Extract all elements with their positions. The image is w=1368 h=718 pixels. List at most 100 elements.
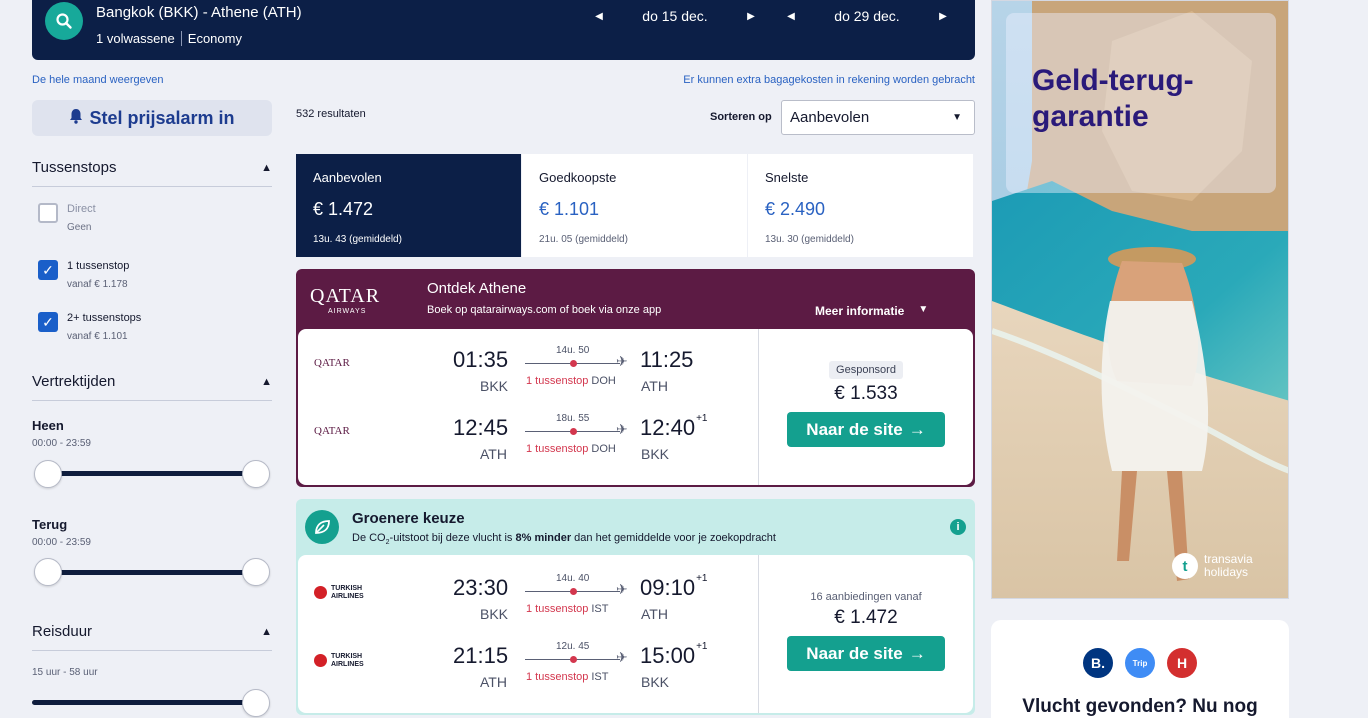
times-title: Vertrektijden bbox=[32, 373, 116, 390]
flight-details[interactable]: QATAR 01:35 BKK 14u. 50 ✈ 1 tussenstop DO… bbox=[298, 329, 973, 485]
times-section-header[interactable]: Vertrektijden ▲ bbox=[32, 373, 272, 401]
filter-direct[interactable]: Direct Geen bbox=[38, 203, 96, 233]
chevron-up-icon[interactable]: ▲ bbox=[261, 162, 272, 174]
greener-choice-card[interactable]: Groenere keuze De CO2-uitstoot bij deze … bbox=[296, 499, 975, 715]
checkbox-two-stops[interactable]: ✓ bbox=[38, 312, 58, 332]
checkbox-one-stop[interactable]: ✓ bbox=[38, 260, 58, 280]
tab-cheapest[interactable]: Goedkoopste € 1.101 21u. 05 (gemiddeld) bbox=[522, 154, 747, 257]
passengers-text: 1 volwassene bbox=[96, 31, 175, 46]
sponsored-result-card[interactable]: QATAR AIRWAYS Ontdek Athene Boek op qata… bbox=[296, 269, 975, 487]
tab-price: € 1.472 bbox=[313, 199, 374, 219]
search-summary-bar[interactable]: Bangkok (BKK) - Athene (ATH) 1 volwassen… bbox=[32, 0, 975, 60]
next-date-icon[interactable]: ▶ bbox=[936, 11, 950, 22]
stops-info: 1 tussenstop DOH bbox=[526, 443, 616, 455]
transavia-icon: t bbox=[1172, 553, 1198, 580]
arrival-code: BKK bbox=[641, 446, 670, 462]
outbound-min-handle[interactable] bbox=[34, 460, 62, 488]
whole-month-link[interactable]: De hele maand weergeven bbox=[32, 74, 163, 86]
next-date-icon[interactable]: ▶ bbox=[744, 11, 758, 22]
stops-section-header[interactable]: Tussenstops ▲ bbox=[32, 159, 272, 187]
turkish-logo-icon bbox=[314, 586, 327, 600]
duration-slider-track[interactable] bbox=[32, 700, 262, 705]
stop-dot bbox=[570, 656, 577, 663]
sort-dropdown[interactable]: Aanbevolen ▼ bbox=[781, 100, 975, 135]
tab-label: Aanbevolen bbox=[313, 170, 382, 185]
filter-sub: vanaf € 1.101 bbox=[67, 331, 128, 342]
departure-code: BKK bbox=[480, 378, 509, 394]
filter-one-stop[interactable]: ✓ 1 tussenstop vanaf € 1.178 bbox=[38, 260, 129, 290]
return-min-handle[interactable] bbox=[34, 558, 62, 586]
airline-logo: TURKISH AIRLINES bbox=[314, 585, 375, 600]
more-info-button[interactable]: Meer informatie ▼ bbox=[815, 304, 928, 318]
departure-code: BKK bbox=[480, 606, 509, 622]
go-to-site-button[interactable]: Naar de site → bbox=[787, 636, 945, 671]
arrival-code: BKK bbox=[641, 674, 670, 690]
return-date-picker[interactable]: ◀ do 29 dec. ▶ bbox=[784, 7, 950, 25]
search-icon[interactable] bbox=[45, 2, 83, 40]
flight-leg: TURKISH AIRLINES 23:30 BKK 14u. 40 ✈ 1 t… bbox=[298, 573, 758, 631]
price-column: 16 aanbiedingen vanaf € 1.472 Naar de si… bbox=[759, 555, 973, 713]
return-max-handle[interactable] bbox=[242, 558, 270, 586]
airline-logo: TURKISH AIRLINES bbox=[314, 653, 375, 668]
stops-info: 1 tussenstop IST bbox=[526, 603, 609, 615]
go-to-site-button[interactable]: Naar de site → bbox=[787, 412, 945, 447]
filter-two-stops[interactable]: ✓ 2+ tussenstops vanaf € 1.101 bbox=[38, 312, 141, 342]
duration-section-header[interactable]: Reisduur ▲ bbox=[32, 623, 272, 651]
price-alarm-button[interactable]: Stel prijsalarm in bbox=[32, 100, 272, 136]
prev-date-icon[interactable]: ◀ bbox=[592, 11, 606, 22]
tab-fastest[interactable]: Snelste € 2.490 13u. 30 (gemiddeld) bbox=[748, 154, 973, 257]
outbound-slider-track[interactable] bbox=[38, 471, 262, 476]
cabin-text: Economy bbox=[187, 31, 242, 46]
outbound-max-handle[interactable] bbox=[242, 460, 270, 488]
duration-range: 15 uur - 58 uur bbox=[32, 667, 98, 678]
departure-code: ATH bbox=[480, 674, 507, 690]
tab-label: Snelste bbox=[765, 170, 809, 185]
filter-label: Direct bbox=[67, 203, 96, 215]
flight-leg: TURKISH AIRLINES 21:15 ATH 12u. 45 ✈ 1 t… bbox=[298, 641, 758, 699]
passenger-info[interactable]: 1 volwassene Economy bbox=[96, 31, 242, 46]
hotels-badge-icon[interactable]: H bbox=[1167, 648, 1197, 678]
price: € 1.533 bbox=[834, 383, 898, 404]
trip-badge-icon[interactable]: Trip bbox=[1125, 648, 1155, 678]
flight-duration: 14u. 50 bbox=[556, 345, 590, 356]
chevron-up-icon[interactable]: ▲ bbox=[261, 376, 272, 388]
duration-max-handle[interactable] bbox=[242, 689, 270, 717]
checkbox-direct[interactable] bbox=[38, 203, 58, 223]
arrival-time: 12:40+1 bbox=[640, 413, 708, 440]
turkish-logo-icon bbox=[314, 654, 327, 668]
chevron-up-icon[interactable]: ▲ bbox=[261, 626, 272, 638]
arrival-code: ATH bbox=[641, 606, 668, 622]
info-icon[interactable]: i bbox=[950, 519, 966, 535]
offers-count: 16 aanbiedingen vanaf bbox=[810, 591, 922, 603]
filter-sub: Geen bbox=[67, 222, 92, 233]
return-date[interactable]: do 29 dec. bbox=[798, 8, 936, 24]
stop-dot bbox=[570, 428, 577, 435]
outbound-range: 00:00 - 23:59 bbox=[32, 438, 91, 449]
return-slider-track[interactable] bbox=[38, 570, 262, 575]
advertisement-card[interactable]: B. Trip H Vlucht gevonden? Nu nog bbox=[991, 620, 1289, 718]
results-count: 532 resultaten bbox=[296, 108, 366, 120]
tab-duration: 13u. 43 (gemiddeld) bbox=[313, 234, 402, 245]
arrow-right-icon: → bbox=[908, 419, 926, 439]
divider bbox=[180, 31, 182, 46]
prev-date-icon[interactable]: ◀ bbox=[784, 11, 798, 22]
route-text[interactable]: Bangkok (BKK) - Athene (ATH) bbox=[96, 4, 302, 21]
booking-badge-icon[interactable]: B. bbox=[1083, 648, 1113, 678]
advertisement-banner[interactable]: Geld-terug-garantie t transavia holidays bbox=[991, 0, 1289, 599]
flight-duration: 12u. 45 bbox=[556, 641, 590, 652]
baggage-link[interactable]: Er kunnen extra bagagekosten in rekening… bbox=[683, 74, 975, 86]
flight-details[interactable]: TURKISH AIRLINES 23:30 BKK 14u. 40 ✈ 1 t… bbox=[298, 555, 973, 713]
return-label: Terug bbox=[32, 517, 68, 532]
tab-recommended[interactable]: Aanbevolen € 1.472 13u. 43 (gemiddeld) bbox=[296, 154, 521, 257]
qatar-logo: QATAR AIRWAYS bbox=[310, 285, 380, 315]
price-column: Gesponsord € 1.533 Naar de site → bbox=[759, 329, 973, 485]
stop-dot bbox=[570, 360, 577, 367]
flight-leg: QATAR 12:45 ATH 18u. 55 ✈ 1 tussenstop DO… bbox=[298, 413, 758, 471]
sponsored-badge: Gesponsord bbox=[829, 361, 903, 379]
depart-date[interactable]: do 15 dec. bbox=[606, 8, 744, 24]
greener-title: Groenere keuze bbox=[352, 510, 465, 527]
stops-info: 1 tussenstop IST bbox=[526, 671, 609, 683]
stops-info: 1 tussenstop DOH bbox=[526, 375, 616, 387]
depart-date-picker[interactable]: ◀ do 15 dec. ▶ bbox=[592, 7, 758, 25]
departure-time: 21:15 bbox=[453, 643, 509, 668]
